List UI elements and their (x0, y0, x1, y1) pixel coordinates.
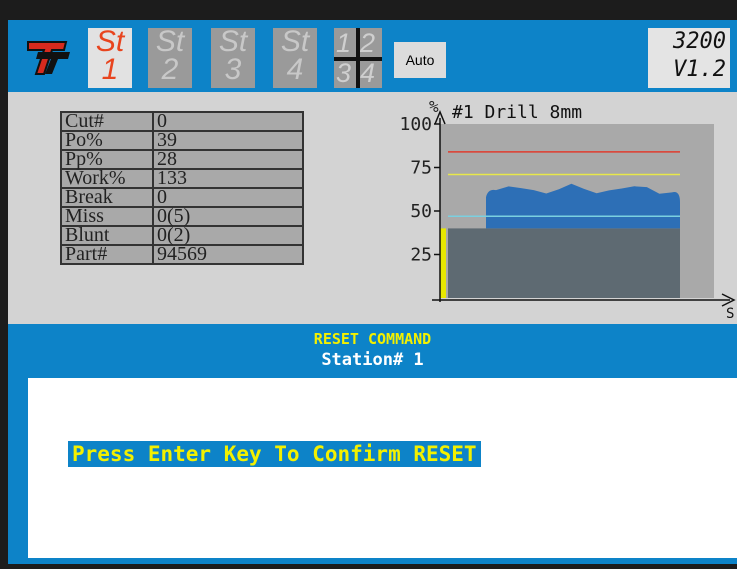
chart-y-tick-label: 75 (410, 158, 432, 179)
station-3-button[interactable]: St 3 (211, 27, 255, 88)
load-chart: 100 75 50 25 % #1 Drill 8mm S (399, 97, 736, 322)
stat-label: Part# (60, 244, 154, 265)
confirm-reset-prompt: Press Enter Key To Confirm RESET (68, 441, 481, 467)
all-stations-button[interactable]: 1 2 3 4 (334, 28, 382, 88)
status-panel: Cut# 0 Po% 39 Pp% 28 Work% 133 Break 0 Miss 0(… (8, 92, 737, 324)
chart-y-tick-label: 50 (410, 201, 432, 222)
stat-value: 94569 (152, 244, 304, 265)
window-frame: St 1 St 2 St 3 St 4 1 2 3 4 Auto 3200 V1… (0, 0, 737, 569)
chart-load-area (486, 183, 680, 229)
chart-title: #1 Drill 8mm (452, 102, 582, 123)
station-1-button[interactable]: St 1 (88, 27, 132, 88)
stat-value: 133 (152, 168, 304, 189)
chart-y-tick-label: 25 (410, 245, 432, 266)
chart-indicator-bar (440, 228, 446, 298)
command-station: Station# 1 (321, 350, 424, 370)
chart-y-unit-label: % (429, 97, 439, 116)
toolbar: St 1 St 2 St 3 St 4 1 2 3 4 Auto 3200 V1… (8, 20, 737, 92)
version-badge: 3200 V1.2 (648, 28, 730, 88)
station-2-button[interactable]: St 2 (148, 27, 192, 88)
command-title: RESET COMMAND (313, 330, 432, 348)
stat-row: Part# 94569 (60, 244, 304, 265)
chart-x-unit-label: S (726, 306, 734, 322)
auto-button[interactable]: Auto (394, 42, 446, 78)
tt-logo-icon (26, 38, 72, 76)
chart-y-tick-label: 100 (399, 114, 432, 135)
screen: St 1 St 2 St 3 St 4 1 2 3 4 Auto 3200 V1… (8, 20, 737, 564)
stats-table: Cut# 0 Po% 39 Pp% 28 Work% 133 Break 0 Miss 0(… (60, 111, 304, 265)
station-4-button[interactable]: St 4 (273, 27, 317, 88)
message-area: Press Enter Key To Confirm RESET (28, 378, 737, 558)
chart-base-area (448, 228, 680, 298)
